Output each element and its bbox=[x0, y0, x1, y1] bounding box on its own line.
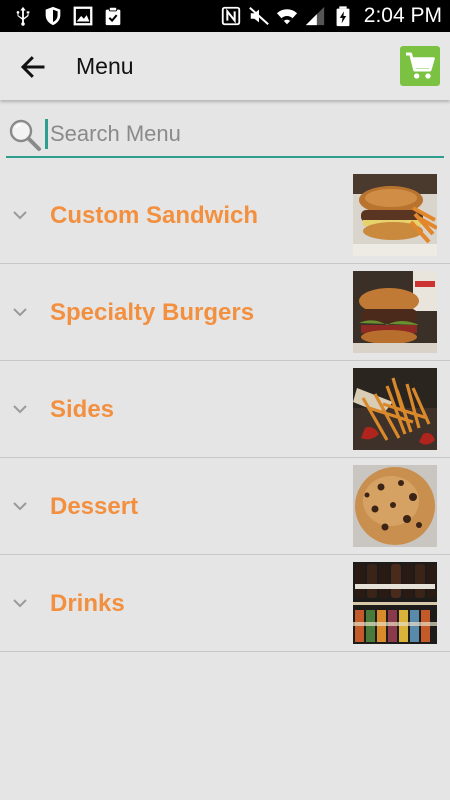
text-cursor bbox=[45, 119, 48, 149]
clipboard-icon bbox=[105, 6, 121, 26]
drinks-image bbox=[353, 562, 437, 644]
cart-button[interactable] bbox=[400, 46, 440, 86]
signal-icon bbox=[305, 6, 324, 26]
menu-item-label: Specialty Burgers bbox=[50, 299, 255, 326]
app-bar: Menu bbox=[0, 32, 450, 100]
battery-charging-icon bbox=[336, 6, 350, 27]
sandwich-image bbox=[353, 174, 437, 256]
menu-item-label: Drinks bbox=[50, 590, 125, 617]
status-time: 2:04 PM bbox=[363, 4, 442, 27]
shopping-cart-icon bbox=[406, 52, 435, 79]
menu-item-specialty-burgers[interactable]: Specialty Burgers bbox=[0, 264, 450, 361]
usb-icon bbox=[16, 6, 30, 26]
menu-item-sides[interactable]: Sides bbox=[0, 361, 450, 458]
chevron-down-icon[interactable] bbox=[10, 593, 30, 613]
menu-item-label: Dessert bbox=[50, 493, 139, 520]
mute-icon bbox=[248, 7, 269, 25]
arrow-back-icon[interactable] bbox=[18, 52, 48, 82]
menu-item-custom-sandwich[interactable]: Custom Sandwich bbox=[0, 167, 450, 264]
chevron-down-icon[interactable] bbox=[10, 399, 30, 419]
search-bar bbox=[6, 112, 444, 158]
image-icon bbox=[73, 6, 93, 26]
search-input[interactable] bbox=[46, 116, 442, 152]
shield-icon bbox=[45, 6, 61, 26]
menu-item-drinks[interactable]: Drinks bbox=[0, 555, 450, 652]
status-bar: 2:04 PM bbox=[0, 0, 450, 32]
wifi-icon bbox=[276, 9, 297, 25]
page-title: Menu bbox=[76, 53, 134, 79]
cookie-image bbox=[353, 465, 437, 547]
chevron-down-icon[interactable] bbox=[10, 496, 30, 516]
chevron-down-icon[interactable] bbox=[10, 205, 30, 225]
menu-item-dessert[interactable]: Dessert bbox=[0, 458, 450, 555]
menu-item-label: Custom Sandwich bbox=[50, 202, 259, 229]
menu-item-label: Sides bbox=[50, 396, 115, 423]
menu-list: Custom Sandwich Specialty Burgers Sides … bbox=[0, 167, 450, 652]
fries-image bbox=[353, 368, 437, 450]
search-icon bbox=[9, 119, 41, 151]
nfc-icon bbox=[221, 6, 240, 26]
chevron-down-icon[interactable] bbox=[10, 302, 30, 322]
burger-image bbox=[353, 271, 437, 353]
search-underline bbox=[6, 156, 444, 158]
